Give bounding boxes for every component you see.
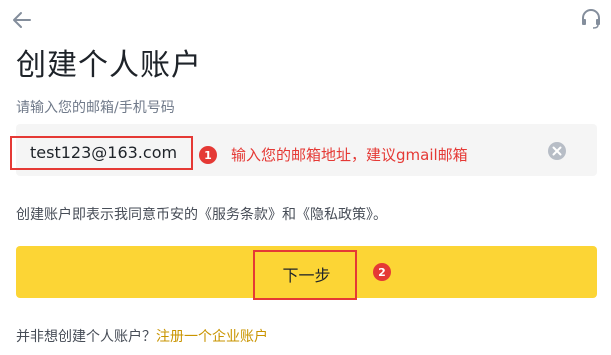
page-title: 创建个人账户: [16, 48, 202, 83]
email-annotation-note: 输入您的邮箱地址，建议gmail邮箱: [231, 146, 468, 164]
step-badge-2: 2: [373, 263, 391, 281]
step-badge-1: 1: [199, 146, 217, 164]
terms-statement: 创建账户即表示我同意币安的《服务条款》和《隐私政策》。: [16, 207, 387, 223]
back-arrow-icon[interactable]: [10, 8, 34, 32]
footer: 并非想创建个人账户？注册一个企业账户: [16, 326, 268, 346]
email-highlight-box: [10, 136, 193, 170]
next-step-label: 下一步: [282, 266, 331, 285]
clear-input-icon[interactable]: [547, 141, 567, 161]
email-field-label: 请输入您的邮箱/手机号码: [16, 100, 175, 116]
register-business-account-link[interactable]: 注册一个企业账户: [156, 329, 268, 345]
footer-question: 并非想创建个人账户？: [16, 329, 156, 345]
headset-icon[interactable]: [579, 6, 603, 30]
next-step-button[interactable]: 下一步: [16, 246, 597, 298]
